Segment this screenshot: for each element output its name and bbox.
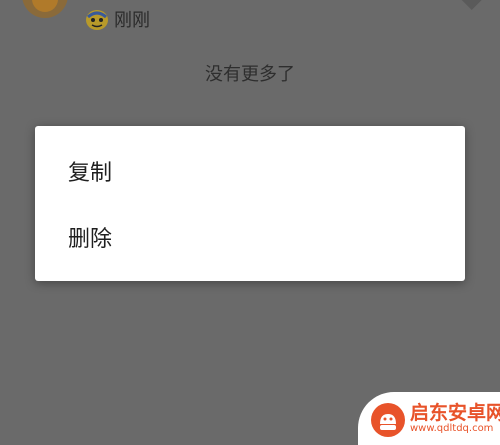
- message-time: 刚刚: [114, 10, 150, 31]
- watermark-title: 启东安卓网: [410, 402, 500, 424]
- no-more-label: 没有更多了: [205, 64, 295, 85]
- emoji-badge-icon: [84, 7, 110, 31]
- copy-menu-item[interactable]: 复制: [35, 138, 465, 204]
- site-watermark: 启东安卓网 www.qdltdq.com: [358, 392, 500, 445]
- avatar[interactable]: [22, 0, 68, 18]
- android-logo-icon: [370, 402, 406, 438]
- context-menu-dialog: 复制 删除: [35, 126, 465, 281]
- delete-menu-item[interactable]: 删除: [35, 204, 465, 270]
- dropdown-icon[interactable]: [458, 0, 484, 11]
- watermark-url: www.qdltdq.com: [410, 423, 494, 434]
